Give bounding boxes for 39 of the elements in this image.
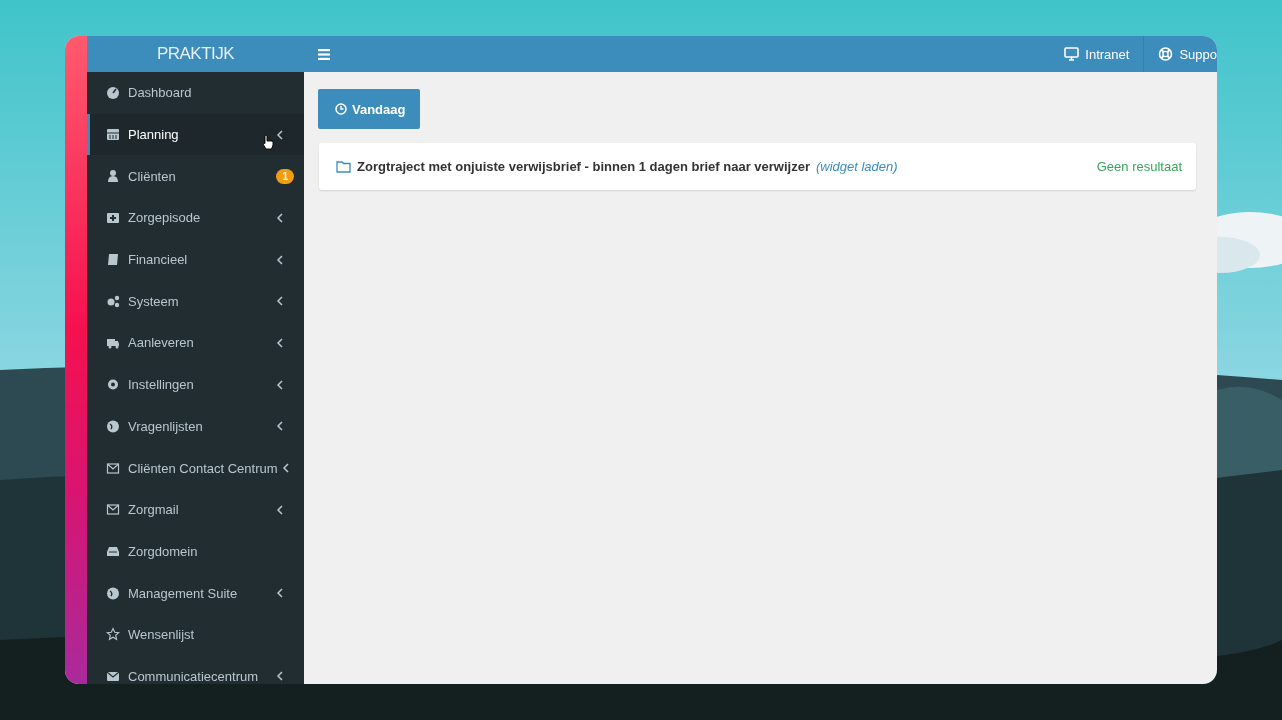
widget-title: Zorgtraject met onjuiste verwijsbrief - binnen 1 dagen brief naar verwijzer xyxy=(357,159,810,174)
header-link[interactable]: Suppo xyxy=(1143,36,1217,72)
count-badge: 1 xyxy=(276,168,294,184)
menu-icon[interactable] xyxy=(318,48,330,60)
sidebar-item[interactable]: Aanleveren xyxy=(87,322,304,364)
sidebar-item[interactable]: Planning xyxy=(87,113,304,156)
lifebuoy-icon xyxy=(1158,47,1174,61)
sidebar-item[interactable]: Vragenlijsten xyxy=(87,405,304,448)
widget-status: Geen resultaat xyxy=(1096,159,1182,174)
widget-load-link[interactable]: (widget laden) xyxy=(815,159,898,174)
envelope-icon xyxy=(106,460,120,476)
calendar-icon xyxy=(106,127,120,143)
header-link[interactable]: Intranet xyxy=(1050,36,1144,72)
sidebar-item[interactable]: Wensenlijst xyxy=(87,613,304,656)
sidebar-item[interactable]: Zorgdomein xyxy=(87,530,304,573)
book-icon xyxy=(106,252,120,268)
sidebar-item[interactable]: Financieel xyxy=(87,238,304,281)
cursor-icon xyxy=(262,133,274,150)
app-logo: PRAKTIJK xyxy=(87,36,304,72)
star-icon xyxy=(106,627,120,643)
globe-icon xyxy=(106,585,120,601)
clock-icon xyxy=(335,103,347,115)
sidebar-item[interactable]: Cliënten Contact Centrum xyxy=(87,447,304,489)
sidebar-item[interactable]: Cliënten 1 xyxy=(87,155,304,198)
sidebar-item[interactable]: Zorgepisode xyxy=(87,197,304,239)
medkit-icon xyxy=(106,210,120,226)
sidebar-item[interactable]: Instellingen xyxy=(87,363,304,406)
sidebar-item[interactable]: Zorgmail xyxy=(87,488,304,531)
folder-icon xyxy=(336,160,351,173)
sidebar-item[interactable]: Communicatiecentrum xyxy=(87,655,304,684)
user-icon xyxy=(106,168,120,184)
dashboard-icon xyxy=(106,85,120,101)
sidebar-item[interactable]: Systeem xyxy=(87,280,304,323)
monitor-icon xyxy=(1064,47,1080,61)
globe-icon xyxy=(106,418,120,434)
sidebar-item[interactable]: Dashboard xyxy=(87,72,304,114)
today-button[interactable]: Vandaag xyxy=(318,89,421,129)
envelope-icon xyxy=(106,502,120,518)
sidebar-item[interactable]: Management Suite xyxy=(87,572,304,614)
